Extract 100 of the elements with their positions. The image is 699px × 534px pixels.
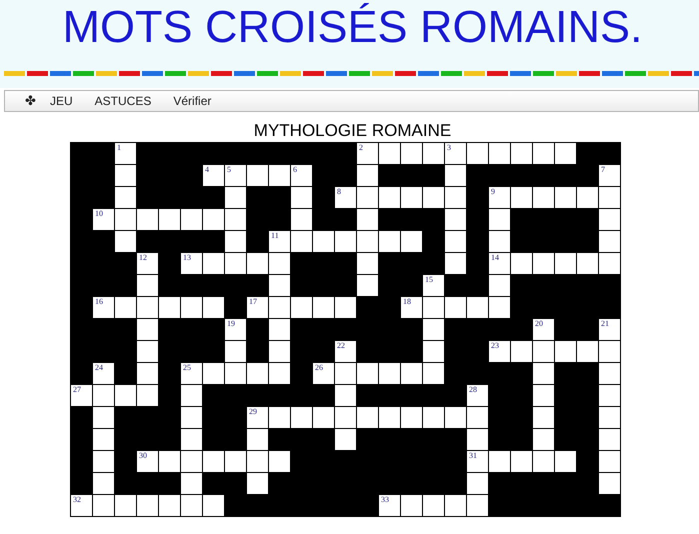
crossword-cell[interactable] <box>533 385 554 406</box>
crossword-cell[interactable] <box>357 253 378 274</box>
menu-item[interactable]: ASTUCES <box>94 92 152 110</box>
crossword-cell[interactable] <box>445 253 466 274</box>
crossword-cell[interactable]: 1 <box>115 143 136 164</box>
crossword-cell[interactable] <box>93 495 114 516</box>
crossword-cell[interactable] <box>159 451 180 472</box>
crossword-cell[interactable] <box>357 187 378 208</box>
crossword-cell[interactable]: 11 <box>269 231 290 252</box>
crossword-cell[interactable]: 8 <box>335 187 356 208</box>
crossword-cell[interactable] <box>555 451 576 472</box>
crossword-cell[interactable] <box>599 407 620 428</box>
crossword-cell[interactable]: 30 <box>137 451 158 472</box>
crossword-cell[interactable]: 22 <box>335 341 356 362</box>
crossword-cell[interactable]: 17 <box>247 297 268 318</box>
crossword-cell[interactable] <box>599 385 620 406</box>
crossword-cell[interactable]: 33 <box>379 495 400 516</box>
crossword-cell[interactable] <box>181 209 202 230</box>
crossword-cell[interactable] <box>357 165 378 186</box>
crossword-cell[interactable] <box>247 363 268 384</box>
crossword-cell[interactable]: 20 <box>533 319 554 340</box>
crossword-cell[interactable] <box>533 341 554 362</box>
crossword-cell[interactable] <box>423 407 444 428</box>
crossword-cell[interactable] <box>291 231 312 252</box>
crossword-cell[interactable] <box>313 297 334 318</box>
crossword-cell[interactable]: 16 <box>93 297 114 318</box>
crossword-cell[interactable] <box>203 209 224 230</box>
crossword-cell[interactable] <box>357 231 378 252</box>
crossword-cell[interactable] <box>423 341 444 362</box>
crossword-cell[interactable] <box>313 407 334 428</box>
crossword-cell[interactable] <box>225 341 246 362</box>
crossword-cell[interactable]: 27 <box>71 385 92 406</box>
crossword-cell[interactable] <box>159 297 180 318</box>
crossword-cell[interactable] <box>225 209 246 230</box>
crossword-cell[interactable] <box>423 143 444 164</box>
crossword-cell[interactable] <box>269 319 290 340</box>
crossword-cell[interactable] <box>423 187 444 208</box>
crossword-cell[interactable] <box>225 253 246 274</box>
crossword-cell[interactable] <box>379 187 400 208</box>
crossword-cell[interactable] <box>401 363 422 384</box>
crossword-cell[interactable] <box>291 407 312 428</box>
crossword-cell[interactable] <box>269 253 290 274</box>
crossword-cell[interactable] <box>269 407 290 428</box>
crossword-cell[interactable] <box>555 253 576 274</box>
crossword-cell[interactable] <box>423 297 444 318</box>
crossword-cell[interactable] <box>379 231 400 252</box>
crossword-cell[interactable]: 15 <box>423 275 444 296</box>
crossword-cell[interactable] <box>599 341 620 362</box>
crossword-cell[interactable] <box>203 495 224 516</box>
crossword-cell[interactable] <box>115 209 136 230</box>
crossword-cell[interactable] <box>577 341 598 362</box>
crossword-cell[interactable] <box>115 165 136 186</box>
crossword-cell[interactable] <box>137 495 158 516</box>
crossword-cell[interactable] <box>533 363 554 384</box>
crossword-cell[interactable] <box>203 451 224 472</box>
crossword-cell[interactable] <box>137 319 158 340</box>
crossword-cell[interactable] <box>489 209 510 230</box>
crossword-cell[interactable] <box>445 187 466 208</box>
crossword-cell[interactable] <box>489 275 510 296</box>
crossword-cell[interactable] <box>335 385 356 406</box>
crossword-cell[interactable] <box>599 187 620 208</box>
crossword-cell[interactable] <box>291 297 312 318</box>
crossword-cell[interactable] <box>445 209 466 230</box>
crossword-cell[interactable] <box>533 451 554 472</box>
crossword-cell[interactable] <box>93 451 114 472</box>
crossword-cell[interactable]: 26 <box>313 363 334 384</box>
crossword-cell[interactable] <box>247 165 268 186</box>
crossword-cell[interactable] <box>467 143 488 164</box>
crossword-cell[interactable] <box>357 407 378 428</box>
menu-item[interactable]: Vérifier <box>173 92 212 110</box>
crossword-cell[interactable] <box>357 363 378 384</box>
crossword-cell[interactable] <box>401 187 422 208</box>
menu-item[interactable]: JEU <box>50 92 73 110</box>
crossword-cell[interactable] <box>379 143 400 164</box>
crossword-cell[interactable]: 9 <box>489 187 510 208</box>
crossword-cell[interactable] <box>335 429 356 450</box>
crossword-cell[interactable] <box>511 341 532 362</box>
crossword-cell[interactable] <box>137 341 158 362</box>
crossword-cell[interactable] <box>269 275 290 296</box>
crossword-cell[interactable] <box>203 363 224 384</box>
crossword-cell[interactable] <box>599 473 620 494</box>
crossword-cell[interactable] <box>379 363 400 384</box>
crossword-cell[interactable] <box>137 385 158 406</box>
crossword-cell[interactable] <box>269 297 290 318</box>
crossword-cell[interactable] <box>599 363 620 384</box>
crossword-cell[interactable] <box>489 143 510 164</box>
crossword-cell[interactable] <box>93 407 114 428</box>
crossword-cell[interactable]: 3 <box>445 143 466 164</box>
crossword-cell[interactable] <box>181 451 202 472</box>
crossword-cell[interactable] <box>115 495 136 516</box>
crossword-cell[interactable] <box>181 495 202 516</box>
crossword-cell[interactable] <box>181 473 202 494</box>
crossword-cell[interactable] <box>357 275 378 296</box>
crossword-cell[interactable] <box>291 187 312 208</box>
crossword-cell[interactable] <box>137 297 158 318</box>
crossword-cell[interactable] <box>467 407 488 428</box>
crossword-cell[interactable] <box>555 143 576 164</box>
crossword-cell[interactable] <box>599 231 620 252</box>
crossword-cell[interactable] <box>181 429 202 450</box>
crossword-cell[interactable]: 29 <box>247 407 268 428</box>
